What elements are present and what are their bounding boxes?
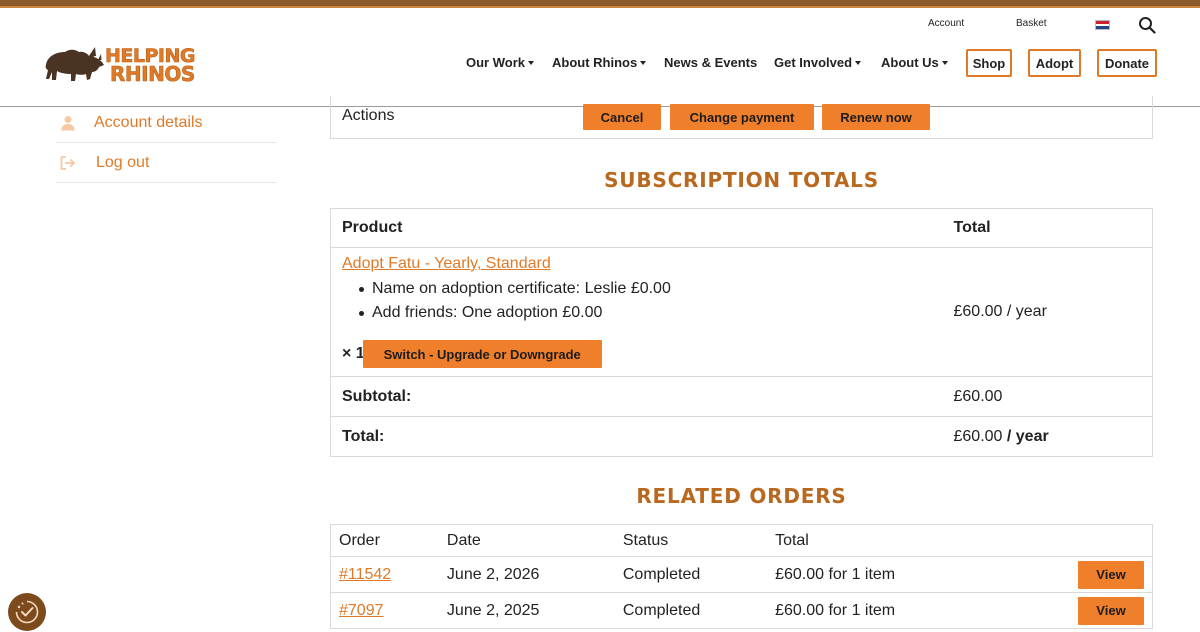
- cookie-settings-icon[interactable]: [8, 593, 46, 631]
- date-column-header: Date: [438, 524, 615, 557]
- nav-label: News & Events: [664, 55, 758, 70]
- switch-subscription-button[interactable]: Switch - Upgrade or Downgrade: [362, 340, 602, 368]
- table-row: Subtotal: £60.00: [330, 376, 1153, 417]
- order-column-header: Order: [329, 524, 439, 557]
- total-column-header: Total: [767, 524, 988, 557]
- order-link[interactable]: #7097: [339, 602, 384, 619]
- order-action-cell: View: [988, 556, 1153, 593]
- list-item: Add friends: One adoption £0.00: [342, 301, 932, 325]
- order-number-cell: #11542: [329, 556, 439, 593]
- user-icon: [60, 115, 76, 131]
- table-header-row: Order Date Status Total: [329, 524, 1153, 557]
- table-row: Total: £60.00 / year: [330, 416, 1153, 457]
- view-order-button[interactable]: View: [1078, 560, 1144, 589]
- order-total: £60.00 for 1 item: [767, 592, 988, 629]
- order-total: £60.00 for 1 item: [767, 556, 988, 593]
- nav-label: Our Work: [466, 55, 525, 70]
- nav-get-involved[interactable]: Get Involved: [774, 55, 862, 70]
- order-link[interactable]: #11542: [339, 566, 391, 583]
- table-header-row: Product Total: [330, 208, 1153, 248]
- product-price: £60.00: [953, 303, 1003, 320]
- table-row: #7097 June 2, 2025 Completed £60.00 for …: [329, 592, 1153, 629]
- logout-icon: [60, 155, 76, 171]
- order-status: Completed: [614, 592, 768, 629]
- order-number-cell: #7097: [329, 592, 439, 629]
- product-meta-list: Name on adoption certificate: Leslie £0.…: [342, 277, 932, 325]
- cancel-button[interactable]: Cancel: [583, 104, 661, 130]
- total-period: / year: [1002, 427, 1049, 445]
- logo-line-rhinos: RHINOS: [110, 62, 196, 86]
- donate-button[interactable]: Donate: [1097, 49, 1157, 77]
- actions-label: Actions: [342, 107, 395, 124]
- search-icon[interactable]: [1138, 16, 1156, 34]
- account-sidebar: Account details Log out: [56, 103, 276, 183]
- total-column-header: Total: [942, 208, 1153, 248]
- product-quantity: × 1: [342, 345, 365, 362]
- utility-basket-link[interactable]: Basket: [1016, 18, 1047, 29]
- nav-label: About Us: [881, 55, 939, 70]
- subscription-totals-table: Product Total Adopt Fatu - Yearly, Stand…: [330, 208, 1153, 457]
- related-orders-table: Order Date Status Total #11542 June 2, 2…: [329, 524, 1153, 629]
- sidebar-item-account-details[interactable]: Account details: [56, 103, 276, 143]
- helping-rhinos-logo[interactable]: HELPING RHINOS: [43, 42, 196, 88]
- action-column-header: [988, 524, 1153, 557]
- logo-wordmark: HELPING RHINOS: [105, 46, 196, 86]
- subscription-totals-heading: SUBSCRIPTION TOTALS: [604, 168, 879, 192]
- order-date: June 2, 2026: [438, 556, 615, 593]
- status-column-header: Status: [614, 524, 768, 557]
- order-action-cell: View: [988, 592, 1153, 629]
- table-row: #11542 June 2, 2026 Completed £60.00 for…: [329, 556, 1153, 593]
- sidebar-item-log-out[interactable]: Log out: [56, 143, 276, 183]
- product-column-header: Product: [330, 208, 943, 248]
- nav-about-rhinos[interactable]: About Rhinos: [552, 55, 647, 70]
- rhino-logo-icon: [45, 47, 104, 81]
- nav-our-work[interactable]: Our Work: [466, 55, 534, 70]
- product-total-cell: £60.00 / year: [942, 247, 1153, 377]
- subscription-actions-row: Actions Cancel Change payment Renew now: [330, 96, 1153, 139]
- dutch-flag-icon[interactable]: [1095, 20, 1110, 30]
- utility-account-link[interactable]: Account: [928, 18, 964, 29]
- renew-now-button[interactable]: Renew now: [822, 104, 930, 130]
- order-status: Completed: [614, 556, 768, 593]
- shop-button[interactable]: Shop: [966, 49, 1012, 77]
- adopt-button[interactable]: Adopt: [1028, 49, 1081, 77]
- site-header: Account Basket HELPING RHINOS Our Work A…: [0, 8, 1200, 107]
- sidebar-item-label: Account details: [94, 113, 203, 131]
- table-row: Adopt Fatu - Yearly, Standard Name on ad…: [330, 247, 1153, 377]
- order-date: June 2, 2025: [438, 592, 615, 629]
- subtotal-label: Subtotal:: [330, 376, 943, 417]
- list-item: Name on adoption certificate: Leslie £0.…: [342, 277, 932, 301]
- chevron-down-icon: [528, 61, 534, 65]
- top-color-strip: [0, 0, 1200, 8]
- sidebar-item-label: Log out: [96, 153, 150, 171]
- chevron-down-icon: [640, 61, 647, 65]
- chevron-down-icon: [941, 61, 948, 65]
- product-period: / year: [1002, 303, 1047, 320]
- nav-about-us[interactable]: About Us: [881, 55, 948, 70]
- product-cell: Adopt Fatu - Yearly, Standard Name on ad…: [330, 247, 943, 377]
- total-value-cell: £60.00 / year: [942, 416, 1153, 457]
- change-payment-button[interactable]: Change payment: [670, 104, 814, 130]
- nav-news-events[interactable]: News & Events: [664, 55, 757, 70]
- total-value: £60.00: [953, 427, 1003, 445]
- quantity-line: × 1 Switch - Upgrade or Downgrade: [342, 340, 932, 368]
- subtotal-value: £60.00: [942, 376, 1153, 417]
- nav-label: About Rhinos: [552, 55, 638, 70]
- nav-label: Get Involved: [774, 55, 853, 70]
- product-link[interactable]: Adopt Fatu - Yearly, Standard: [342, 255, 551, 272]
- view-order-button[interactable]: View: [1078, 596, 1144, 625]
- total-label: Total:: [330, 416, 943, 457]
- chevron-down-icon: [855, 61, 862, 65]
- related-orders-heading: RELATED ORDERS: [636, 484, 847, 508]
